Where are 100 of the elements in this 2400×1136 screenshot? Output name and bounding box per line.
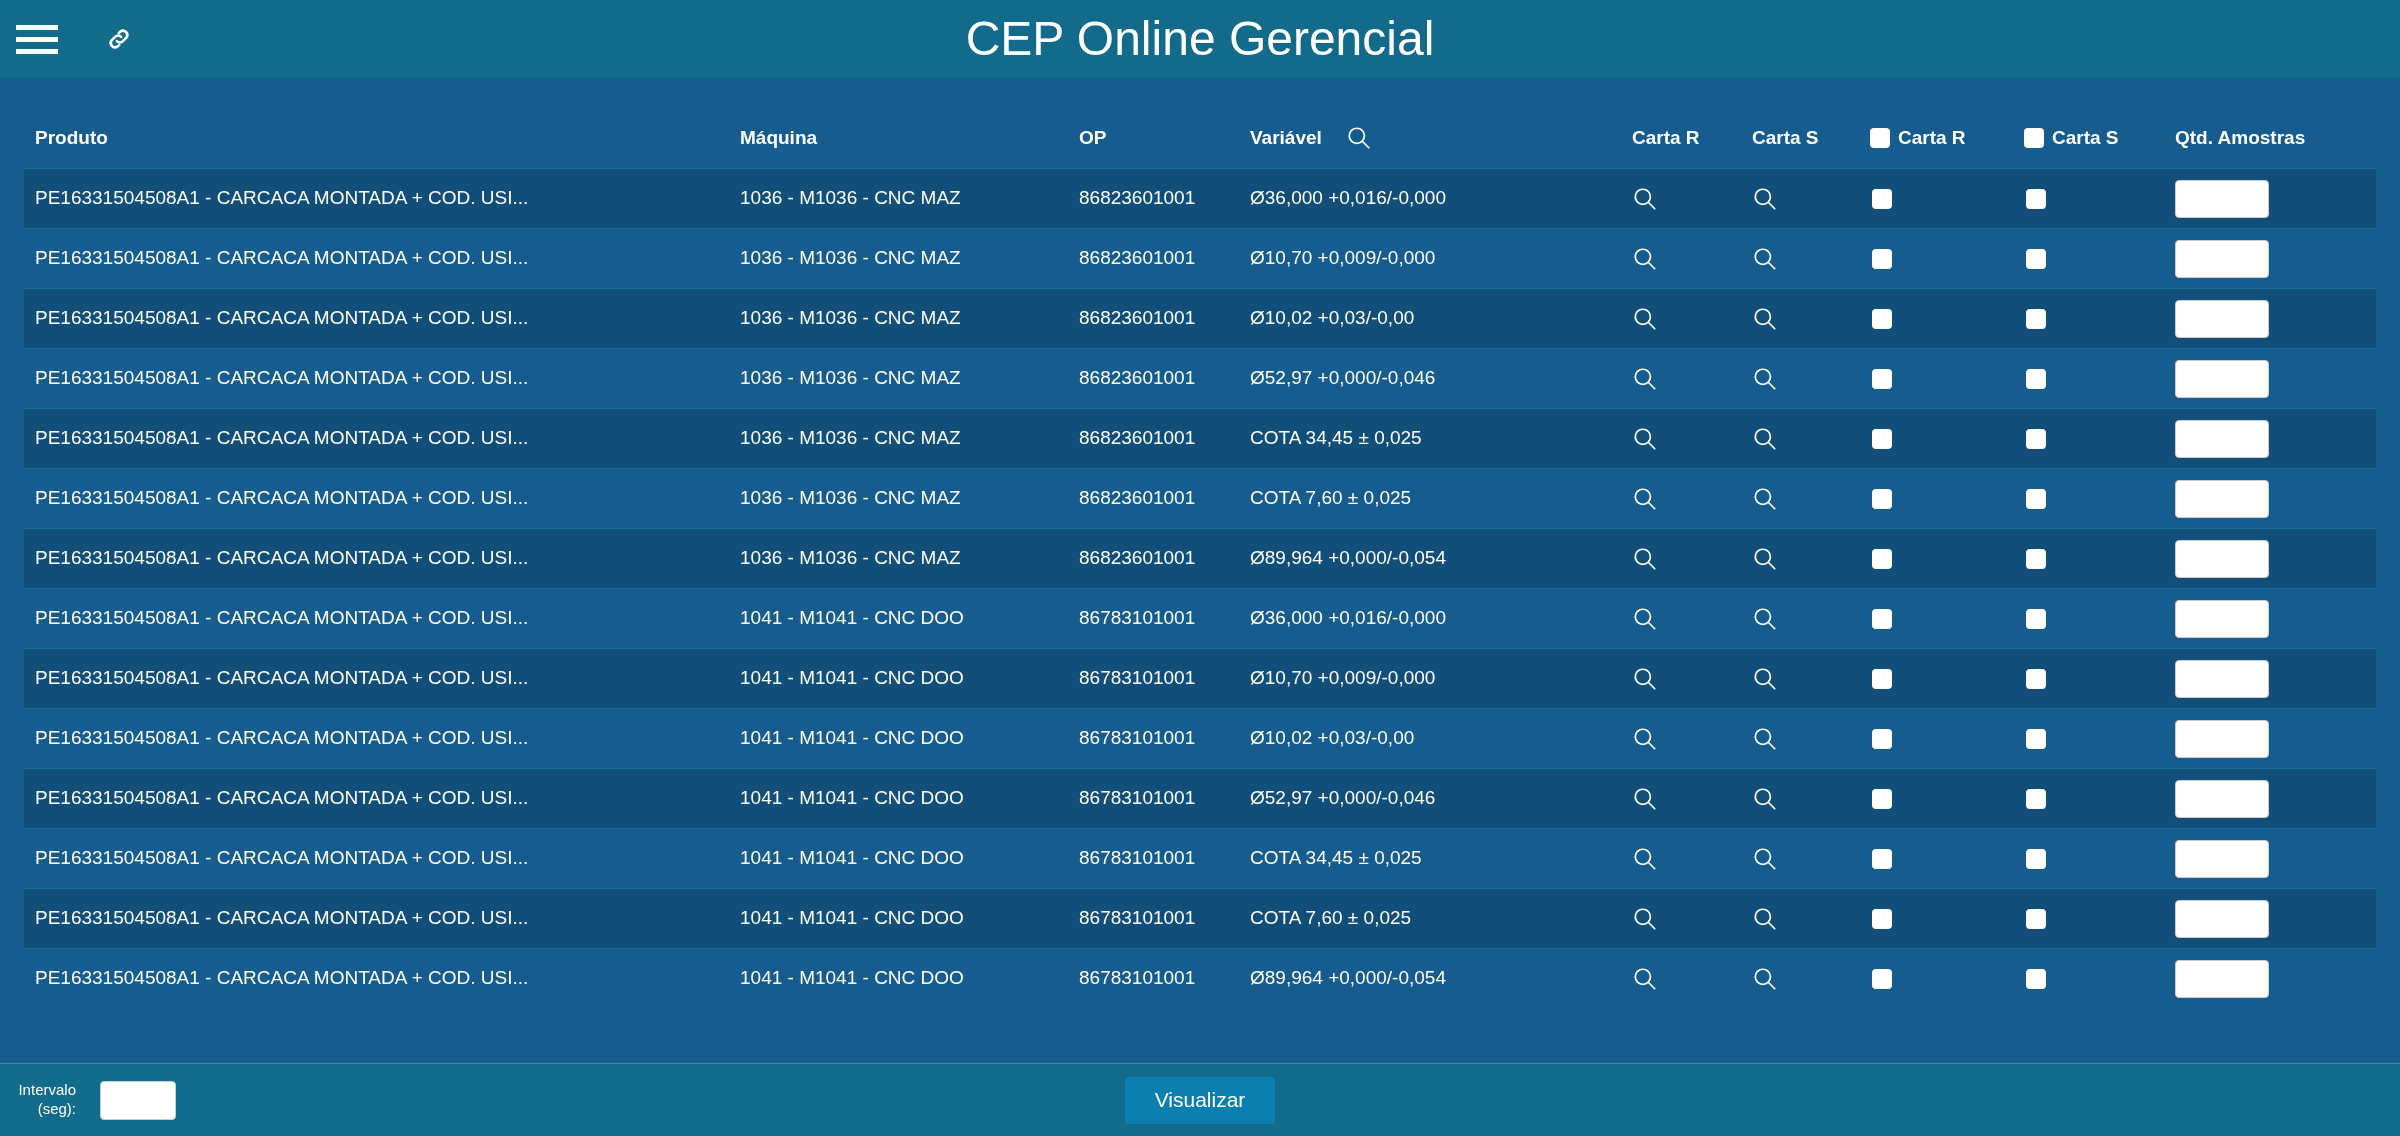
search-icon[interactable] [1632, 905, 1658, 932]
input-field[interactable] [2175, 659, 2269, 698]
input-field[interactable] [2175, 719, 2269, 758]
checkbox[interactable] [1872, 668, 1892, 689]
table-cell-text: Ø10,70 +0,009/-0,000 [1250, 246, 1437, 271]
column-header: Carta S [1752, 125, 1819, 150]
search-icon[interactable] [1632, 965, 1658, 992]
checkbox[interactable] [1872, 968, 1892, 989]
table-cell-text: 86783101001 [1079, 666, 1197, 691]
input-field[interactable] [2175, 299, 2269, 338]
table-cell-text: Ø36,000 +0,016/-0,000 [1250, 186, 1447, 211]
search-icon[interactable] [1632, 305, 1658, 332]
checkbox[interactable] [1872, 368, 1892, 389]
search-icon[interactable] [1752, 185, 1778, 212]
checkbox[interactable] [2026, 428, 2046, 449]
checkbox[interactable] [1872, 428, 1892, 449]
checkbox[interactable] [1872, 548, 1892, 569]
search-icon[interactable] [1752, 485, 1778, 512]
table-cell-text: 1041 - M1041 - CNC DOO [740, 906, 965, 931]
input-field[interactable] [2175, 539, 2269, 578]
input-field[interactable] [2175, 839, 2269, 878]
search-icon[interactable] [1632, 365, 1658, 392]
table-cell-text: Ø89,964 +0,000/-0,054 [1250, 546, 1447, 571]
table-cell-text: PE16331504508A1 - CARCACA MONTADA + COD. USI... [35, 306, 530, 331]
search-icon[interactable] [1632, 725, 1658, 752]
checkbox[interactable] [2026, 488, 2046, 509]
input-field[interactable] [2175, 899, 2269, 938]
search-icon[interactable] [1345, 125, 1372, 151]
checkbox[interactable] [1872, 248, 1892, 269]
input-field[interactable] [2175, 479, 2269, 518]
visualizar-button[interactable]: Visualizar [1125, 1076, 1275, 1124]
table-cell-text: 86823601001 [1079, 246, 1197, 271]
input-field[interactable] [2175, 419, 2269, 458]
input-field[interactable] [2175, 599, 2269, 638]
search-icon[interactable] [1632, 845, 1658, 872]
search-icon[interactable] [1752, 965, 1778, 992]
table-cell-text: PE16331504508A1 - CARCACA MONTADA + COD. USI... [35, 906, 530, 931]
checkbox[interactable] [2026, 608, 2046, 629]
search-icon[interactable] [1632, 605, 1658, 632]
search-icon[interactable] [1752, 725, 1778, 752]
table-cell-text: Ø10,02 +0,03/-0,00 [1250, 306, 1416, 331]
interval-field[interactable] [100, 1080, 176, 1120]
search-icon[interactable] [1632, 485, 1658, 512]
link-icon[interactable] [106, 26, 132, 52]
table-cell-text: PE16331504508A1 - CARCACA MONTADA + COD. USI... [35, 666, 530, 691]
search-icon[interactable] [1632, 245, 1658, 272]
search-icon[interactable] [1632, 785, 1658, 812]
search-icon[interactable] [1752, 365, 1778, 392]
search-icon[interactable] [1752, 545, 1778, 572]
checkbox[interactable] [2026, 848, 2046, 869]
checkbox[interactable] [2026, 908, 2046, 929]
input-field[interactable] [2175, 239, 2269, 278]
checkbox[interactable] [1872, 728, 1892, 749]
checkbox[interactable] [2026, 248, 2046, 269]
column-header: Carta S [2052, 125, 2119, 150]
checkbox[interactable] [2026, 308, 2046, 329]
checkbox[interactable] [1872, 608, 1892, 629]
column-header: Qtd. Amostras [2175, 125, 2306, 150]
search-icon[interactable] [1632, 545, 1658, 572]
checkbox[interactable] [2026, 668, 2046, 689]
search-icon[interactable] [1752, 665, 1778, 692]
checkbox[interactable] [1872, 488, 1892, 509]
search-icon[interactable] [1752, 605, 1778, 632]
search-icon[interactable] [1752, 845, 1778, 872]
search-icon[interactable] [1632, 185, 1658, 212]
table-cell-text: 1036 - M1036 - CNC MAZ [740, 426, 962, 451]
table-cell-text: 1036 - M1036 - CNC MAZ [740, 306, 962, 331]
checkbox[interactable] [1872, 908, 1892, 929]
search-icon[interactable] [1752, 785, 1778, 812]
table-cell-text: 1041 - M1041 - CNC DOO [740, 786, 965, 811]
table-cell-text: 86823601001 [1079, 306, 1197, 331]
checkbox[interactable] [2026, 188, 2046, 209]
input-field[interactable] [2175, 179, 2269, 218]
table-cell-text: 86783101001 [1079, 846, 1197, 871]
search-icon[interactable] [1752, 905, 1778, 932]
checkbox[interactable] [2026, 968, 2046, 989]
checkbox[interactable] [2026, 548, 2046, 569]
search-icon[interactable] [1752, 425, 1778, 452]
table-cell-text: 1041 - M1041 - CNC DOO [740, 606, 965, 631]
table-cell-text: COTA 34,45 ± 0,025 [1250, 426, 1423, 451]
table-cell-text: 86783101001 [1079, 786, 1197, 811]
checkbox[interactable] [1872, 788, 1892, 809]
checkbox[interactable] [1870, 128, 1890, 148]
column-header: OP [1079, 125, 1107, 150]
input-field[interactable] [2175, 359, 2269, 398]
search-icon[interactable] [1752, 245, 1778, 272]
input-field[interactable] [2175, 959, 2269, 998]
checkbox[interactable] [1872, 188, 1892, 209]
search-icon[interactable] [1752, 305, 1778, 332]
checkbox[interactable] [1872, 848, 1892, 869]
checkbox[interactable] [1872, 308, 1892, 329]
checkbox[interactable] [2026, 728, 2046, 749]
table-cell-text: PE16331504508A1 - CARCACA MONTADA + COD. USI... [35, 366, 530, 391]
search-icon[interactable] [1632, 425, 1658, 452]
checkbox[interactable] [2026, 788, 2046, 809]
checkbox[interactable] [2024, 128, 2044, 148]
search-icon[interactable] [1632, 665, 1658, 692]
checkbox[interactable] [2026, 368, 2046, 389]
input-field[interactable] [2175, 779, 2269, 818]
menu-icon[interactable] [16, 23, 58, 55]
